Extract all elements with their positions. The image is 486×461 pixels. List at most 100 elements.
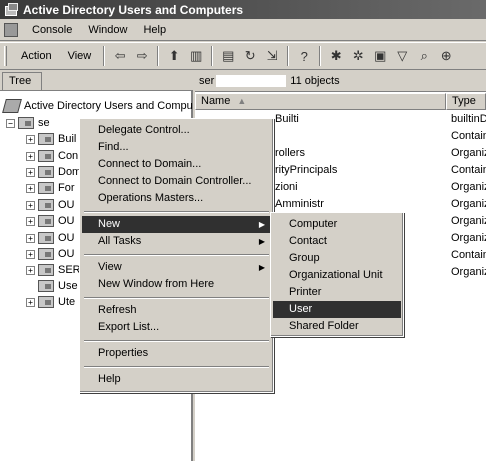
menu-separator xyxy=(84,254,269,256)
new-ou-icon[interactable]: ▣ xyxy=(369,45,391,67)
directory-root-icon xyxy=(2,99,22,113)
folder-icon xyxy=(38,133,54,145)
menu-item-properties[interactable]: Properties xyxy=(82,345,271,362)
submenu-item-shared-folder[interactable]: Shared Folder xyxy=(273,318,401,335)
menu-item-view-label: View xyxy=(98,261,122,273)
expand-icon[interactable]: + xyxy=(26,183,35,193)
folder-icon xyxy=(38,182,54,194)
back-icon[interactable]: ⇦ xyxy=(109,45,131,67)
domain-icon xyxy=(18,117,34,129)
submenu-item-contact[interactable]: Contact xyxy=(273,233,401,250)
submenu-item-group[interactable]: Group xyxy=(273,250,401,267)
action-menu-button[interactable]: Action xyxy=(13,48,60,64)
toolbar-grip[interactable] xyxy=(4,46,7,66)
tree-item-domain[interactable]: − se xyxy=(6,115,50,131)
list-item-type: Organiz xyxy=(451,198,486,210)
console-icon[interactable] xyxy=(4,22,18,37)
properties-icon[interactable]: ▤ xyxy=(217,45,239,67)
menu-item-view[interactable]: View ▶ xyxy=(82,259,271,276)
tree-item[interactable]: + OU xyxy=(26,230,75,246)
sort-ascending-icon: ▲ xyxy=(237,96,247,106)
list-item-type: Organiz xyxy=(451,232,486,244)
ou-icon xyxy=(38,232,54,244)
object-count: 11 objects xyxy=(290,75,340,87)
toolbar-separator xyxy=(211,46,214,66)
menu-item-all-tasks-label: All Tasks xyxy=(98,235,142,247)
menu-item-operations-masters[interactable]: Operations Masters... xyxy=(82,190,271,207)
export-icon[interactable]: ⇲ xyxy=(261,45,283,67)
menu-console[interactable]: Console xyxy=(24,24,80,36)
submenu-item-computer[interactable]: Computer xyxy=(273,216,401,233)
domain-prefix: ser xyxy=(199,75,215,87)
expand-icon[interactable]: + xyxy=(26,216,35,226)
tree-item-label: Use xyxy=(58,280,78,292)
menu-item-refresh[interactable]: Refresh xyxy=(82,302,271,319)
up-folder-icon[interactable]: ⬆ xyxy=(163,45,185,67)
show-tree-icon[interactable]: ▥ xyxy=(185,45,207,67)
menu-item-all-tasks[interactable]: All Tasks ▶ xyxy=(82,233,271,250)
expand-icon[interactable]: + xyxy=(26,233,35,243)
expand-icon[interactable]: + xyxy=(26,134,35,144)
menu-item-connect-dc[interactable]: Connect to Domain Controller... xyxy=(82,173,271,190)
tree-item[interactable]: + OU xyxy=(26,197,75,213)
find-icon[interactable]: ⌕ xyxy=(413,45,435,67)
tree-item-label: OU xyxy=(58,232,75,244)
new-user-icon[interactable]: ✱ xyxy=(325,45,347,67)
column-header-name[interactable]: Name ▲ xyxy=(195,93,446,110)
tree-item[interactable]: + Con xyxy=(26,148,78,164)
list-item-type: Organiz xyxy=(451,215,486,227)
column-header-type[interactable]: Type xyxy=(446,93,486,110)
menu-item-export-list[interactable]: Export List... xyxy=(82,319,271,336)
tree-item[interactable]: + OU xyxy=(26,246,75,262)
view-menu-button[interactable]: View xyxy=(60,48,100,64)
expand-icon[interactable]: + xyxy=(26,151,35,161)
collapse-icon[interactable]: − xyxy=(6,118,15,128)
toolbar-separator xyxy=(157,46,160,66)
tree-item[interactable]: + For xyxy=(26,180,75,196)
submenu-item-printer[interactable]: Printer xyxy=(273,284,401,301)
toolbar-separator xyxy=(103,46,106,66)
toolbar-separator xyxy=(287,46,290,66)
tree-item[interactable]: + Buil xyxy=(26,131,76,147)
menu-item-new-window[interactable]: New Window from Here xyxy=(82,276,271,293)
tree-item-label: OU xyxy=(58,215,75,227)
expand-icon[interactable]: + xyxy=(26,167,35,177)
list-header: Name ▲ Type xyxy=(195,93,486,110)
refresh-icon[interactable]: ↻ xyxy=(239,45,261,67)
menu-item-connect-domain[interactable]: Connect to Domain... xyxy=(82,156,271,173)
new-group-icon[interactable]: ✲ xyxy=(347,45,369,67)
tree-item-label: Dom xyxy=(58,166,82,178)
tab-tree[interactable]: Tree xyxy=(2,72,42,90)
list-status-bar: ser 11 objects xyxy=(195,71,486,92)
ou-icon xyxy=(38,264,54,276)
menu-separator xyxy=(84,297,269,299)
tree-item[interactable]: Use xyxy=(38,278,78,294)
menu-item-help[interactable]: Help xyxy=(82,371,271,388)
menu-item-new[interactable]: New ▶ xyxy=(82,216,271,233)
menu-bar: Console Window Help xyxy=(0,19,486,41)
menu-item-find[interactable]: Find... xyxy=(82,139,271,156)
list-item-type: Organiz xyxy=(451,181,486,193)
expand-icon[interactable]: + xyxy=(26,249,35,259)
forward-icon[interactable]: ⇨ xyxy=(131,45,153,67)
submenu-item-user[interactable]: User xyxy=(273,301,401,318)
tree-item-label: Con xyxy=(58,150,79,162)
tree-item[interactable]: + Dom xyxy=(26,164,81,180)
menu-item-delegate-control[interactable]: Delegate Control... xyxy=(82,122,271,139)
submenu-item-organizational-unit[interactable]: Organizational Unit xyxy=(273,267,401,284)
tree-root[interactable]: Active Directory Users and Compu xyxy=(2,98,193,114)
tree-item-label: Ute xyxy=(58,296,76,308)
toolbar: Action View ⇦ ⇨ ⬆ ▥ ▤ ↻ ⇲ ? ✱ ✲ ▣ ▽ ⌕ ⊕ xyxy=(0,42,486,70)
expand-icon[interactable]: + xyxy=(26,200,35,210)
expand-icon[interactable]: + xyxy=(26,265,35,275)
tree-item[interactable]: + Ute xyxy=(26,294,75,310)
folder-icon xyxy=(38,150,54,162)
tree-item[interactable]: + OU xyxy=(26,213,75,229)
expand-icon[interactable]: + xyxy=(26,297,35,307)
add-to-group-icon[interactable]: ⊕ xyxy=(435,45,457,67)
menu-help[interactable]: Help xyxy=(135,24,174,36)
help-icon[interactable]: ? xyxy=(293,45,315,67)
tree-item[interactable]: + SER xyxy=(26,262,81,278)
menu-window[interactable]: Window xyxy=(80,24,135,36)
filter-icon[interactable]: ▽ xyxy=(391,45,413,67)
